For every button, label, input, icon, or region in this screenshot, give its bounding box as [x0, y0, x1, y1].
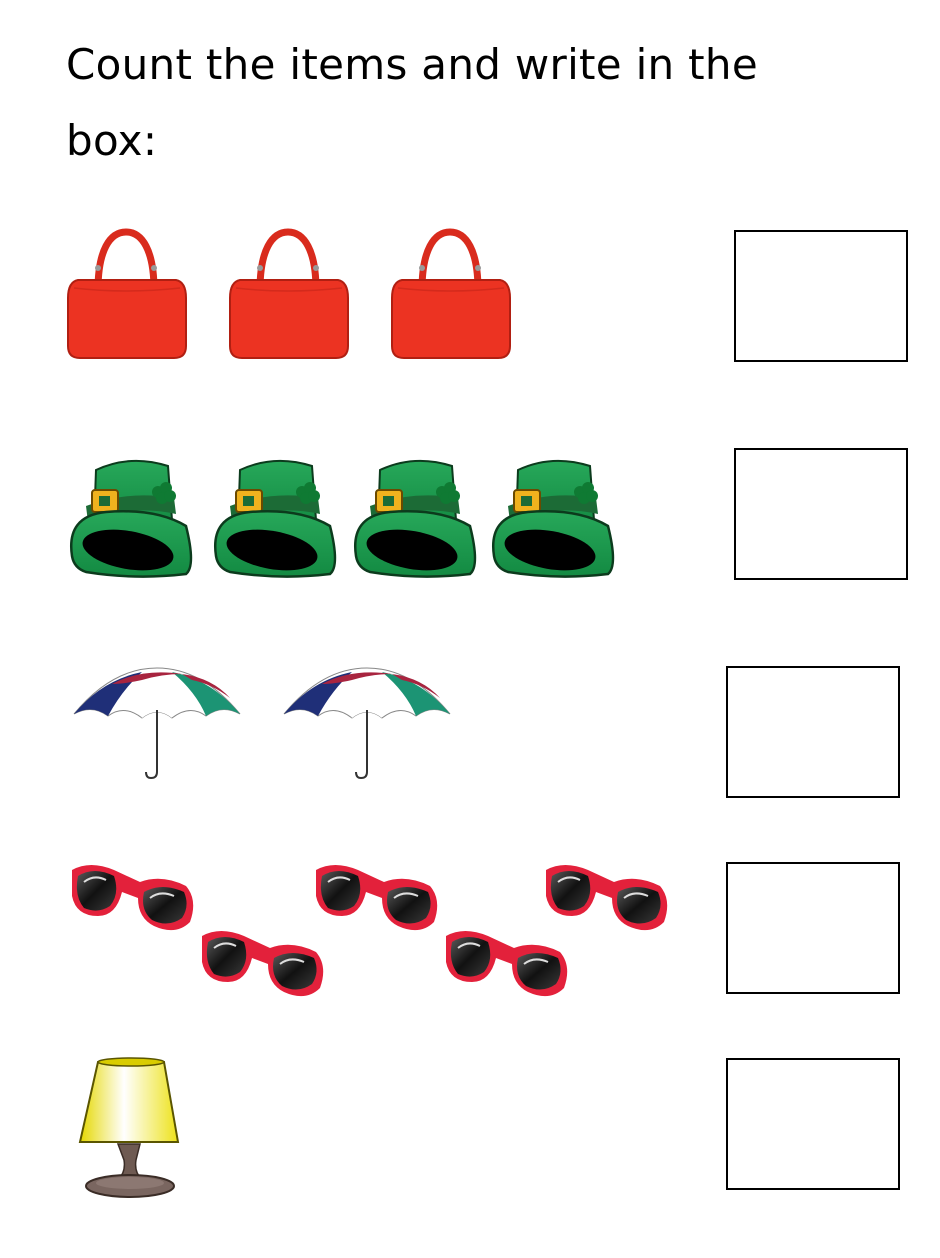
instructions-line-1: Count the items and write in the — [66, 40, 758, 89]
worksheet: Count the items and write in the box: — [0, 0, 940, 1258]
handbag-icon — [391, 228, 511, 359]
lamp-icon — [78, 1057, 180, 1198]
leprechaun-hat-icon — [353, 459, 477, 578]
umbrella-icon — [283, 667, 451, 780]
sunglasses-icon — [202, 931, 324, 997]
sunglasses-icon — [72, 865, 194, 931]
sunglasses-icon — [546, 865, 668, 931]
umbrella-icon — [73, 667, 241, 780]
answer-box[interactable] — [734, 448, 908, 580]
answer-box[interactable] — [734, 230, 908, 362]
handbag-icon — [67, 228, 187, 359]
sunglasses-icon — [316, 865, 438, 931]
answer-box[interactable] — [726, 862, 900, 994]
leprechaun-hat-icon — [69, 459, 193, 578]
instructions-line-2: box: — [66, 116, 158, 165]
leprechaun-hat-icon — [213, 459, 337, 578]
handbag-icon — [229, 228, 349, 359]
leprechaun-hat-icon — [491, 459, 615, 578]
sunglasses-icon — [446, 931, 568, 997]
answer-box[interactable] — [726, 666, 900, 798]
answer-box[interactable] — [726, 1058, 900, 1190]
